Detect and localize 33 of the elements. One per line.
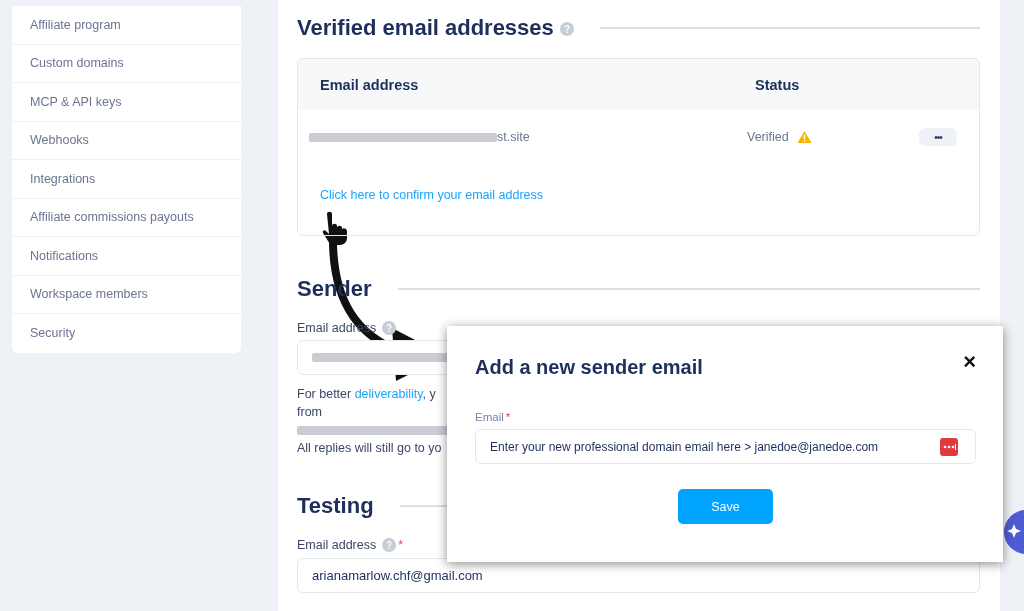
section-heading: Testing bbox=[297, 492, 374, 520]
modal-title: Add a new sender email bbox=[475, 356, 703, 379]
confirm-email-link[interactable]: Click here to confirm your email address bbox=[320, 188, 543, 202]
deliverability-link[interactable]: deliverability bbox=[354, 387, 423, 401]
sidebar-item[interactable]: Affiliate program bbox=[12, 6, 241, 45]
column-header: Email address bbox=[320, 76, 420, 93]
required-asterisk: * bbox=[398, 538, 404, 552]
table-cell: st.site bbox=[497, 130, 530, 144]
field-label: Email address bbox=[297, 538, 377, 552]
status-text: Verified bbox=[747, 130, 789, 144]
help-text: For better deliverability, y bbox=[297, 386, 436, 403]
field-label: Email bbox=[475, 411, 504, 423]
input-field[interactable]: arianamarlow.chf@gmail.com bbox=[297, 558, 980, 593]
close-button[interactable]: × bbox=[963, 351, 976, 372]
sidebar-item[interactable]: Integrations bbox=[12, 160, 241, 199]
sidebar-item[interactable]: Notifications bbox=[12, 237, 241, 276]
email-field[interactable]: Enter your new professional domain email here > janedoe@janedoe.com bbox=[475, 429, 976, 464]
help-icon[interactable] bbox=[382, 321, 397, 335]
section-heading: Verified email addresses bbox=[297, 14, 554, 42]
hand-cursor-icon bbox=[322, 211, 347, 245]
more-button[interactable]: ••• bbox=[919, 128, 957, 146]
column-header: Status bbox=[755, 76, 801, 93]
sidebar-item[interactable]: Workspace members bbox=[12, 275, 241, 314]
sidebar-item[interactable]: MCP & API keys bbox=[12, 83, 241, 122]
help-text: from bbox=[297, 404, 322, 421]
help-text: All replies will still go to yo bbox=[297, 440, 442, 457]
sidebar-item[interactable]: Security bbox=[12, 314, 241, 353]
required-asterisk: * bbox=[505, 411, 511, 423]
save-button[interactable]: Save bbox=[678, 489, 773, 524]
sidebar-item[interactable]: Affiliate commissions payouts bbox=[12, 198, 241, 237]
sidebar-item[interactable]: Webhooks bbox=[12, 121, 241, 160]
assistant-button[interactable] bbox=[1004, 510, 1024, 554]
sidebar-item[interactable]: Custom domains bbox=[12, 44, 241, 83]
